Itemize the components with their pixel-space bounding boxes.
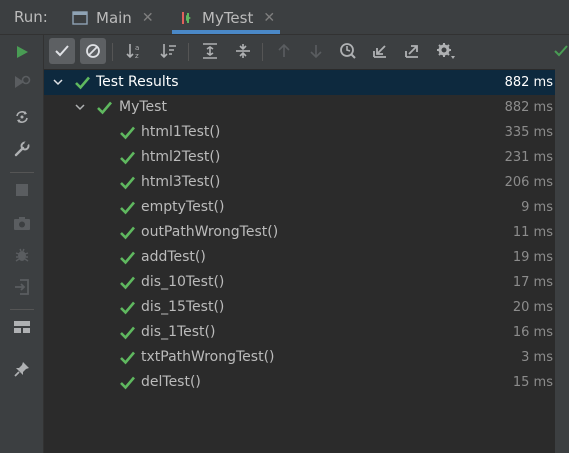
tree-row-label: txtPathWrongTest() (141, 349, 275, 365)
tree-row-label: MyTest (119, 99, 167, 115)
tree-row-label: html3Test() (141, 174, 221, 190)
passed-check-icon (120, 151, 135, 165)
tree-row-duration: 15 ms (512, 375, 553, 390)
passed-check-icon (120, 201, 135, 215)
chevron-down-icon[interactable] (51, 75, 65, 89)
divider (10, 309, 34, 310)
divider (10, 172, 34, 173)
layout-icon[interactable] (12, 317, 32, 337)
tree-row-duration: 206 ms (504, 175, 553, 190)
run-tool-window-header: Run: Main ✕ MyTest ✕ (0, 0, 569, 35)
tree-row-test[interactable]: outPathWrongTest() 11 ms (44, 220, 555, 245)
passed-check-icon (120, 326, 135, 340)
tree-row-duration: 882 ms (504, 100, 553, 115)
tree-row-label: addTest() (141, 249, 206, 265)
close-icon[interactable]: ✕ (142, 10, 154, 26)
divider (112, 43, 113, 61)
left-toolbar (0, 35, 44, 453)
tree-row-label: delTest() (141, 374, 201, 390)
close-icon[interactable]: ✕ (263, 10, 275, 26)
sort-by-duration-icon[interactable] (156, 38, 182, 64)
passed-check-icon (120, 376, 135, 390)
pin-icon[interactable] (12, 359, 32, 379)
tab-main[interactable]: Main ✕ (72, 0, 154, 35)
tree-row-label: outPathWrongTest() (141, 224, 279, 240)
tree-row-test[interactable]: emptyTest() 9 ms (44, 195, 555, 220)
tree-row-test[interactable]: addTest() 19 ms (44, 245, 555, 270)
show-ignored-icon[interactable] (80, 38, 106, 64)
tree-row-duration: 9 ms (521, 200, 553, 215)
tab-main-label: Main (96, 8, 132, 27)
tree-row-test[interactable]: html1Test() 335 ms (44, 120, 555, 145)
tree-row-duration: 19 ms (512, 250, 553, 265)
tree-row-label: dis_1Test() (141, 324, 216, 340)
divider (188, 43, 189, 61)
tree-row-label: Test Results (96, 74, 179, 90)
debug-icon[interactable] (12, 245, 32, 265)
show-passed-icon[interactable] (49, 38, 75, 64)
tree-row-duration: 11 ms (512, 225, 553, 240)
tree-row-duration: 882 ms (504, 75, 553, 90)
passed-check-icon (97, 101, 112, 115)
test-history-icon[interactable] (335, 38, 361, 64)
toggle-auto-test-icon[interactable] (12, 107, 32, 127)
tree-row-duration: 16 ms (512, 325, 553, 340)
tree-row-suite[interactable]: MyTest 882 ms (44, 95, 555, 120)
passed-check-icon (120, 251, 135, 265)
tree-row-label: html2Test() (141, 149, 221, 165)
tab-mytest-label: MyTest (202, 8, 254, 27)
tree-row-duration: 20 ms (512, 300, 553, 315)
settings-wrench-icon[interactable] (12, 139, 32, 159)
tree-row-duration: 17 ms (512, 275, 553, 290)
stop-icon[interactable] (12, 180, 32, 200)
tree-row-label: emptyTest() (141, 199, 225, 215)
screenshot-icon[interactable] (12, 213, 32, 233)
exit-icon[interactable] (12, 277, 32, 297)
tree-row-duration: 3 ms (521, 350, 553, 365)
passed-check-icon (120, 126, 135, 140)
rerun-icon[interactable] (12, 42, 32, 62)
tree-row-label: html1Test() (141, 124, 221, 140)
run-label: Run: (14, 8, 48, 26)
passed-check-icon (120, 301, 135, 315)
tree-row-duration: 231 ms (504, 150, 553, 165)
test-results-tree: Test Results 882 ms MyTest 882 ms html1T… (44, 69, 555, 453)
sort-alphabetically-icon[interactable]: az (122, 38, 148, 64)
tree-row-test[interactable]: txtPathWrongTest() 3 ms (44, 345, 555, 370)
export-tests-icon[interactable] (399, 38, 425, 64)
junit-icon (178, 11, 194, 25)
tree-row-test[interactable]: html3Test() 206 ms (44, 170, 555, 195)
tree-row-test[interactable]: dis_1Test() 16 ms (44, 320, 555, 345)
previous-failed-icon[interactable] (271, 38, 297, 64)
passed-check-icon (120, 276, 135, 290)
window-icon (72, 10, 88, 25)
tree-row-label: dis_15Test() (141, 299, 225, 315)
tree-row-duration: 335 ms (504, 125, 553, 140)
svg-text:z: z (135, 52, 139, 60)
passed-check-icon (120, 226, 135, 240)
tree-row-test[interactable]: html2Test() 231 ms (44, 145, 555, 170)
passed-check-icon (75, 76, 90, 90)
test-toolbar: az (44, 35, 569, 69)
vertical-scrollbar[interactable] (555, 69, 569, 453)
settings-icon[interactable] (433, 38, 459, 64)
tree-row-test[interactable]: delTest() 15 ms (44, 370, 555, 395)
tree-row-test[interactable]: dis_15Test() 20 ms (44, 295, 555, 320)
collapse-all-icon[interactable] (230, 38, 256, 64)
expand-all-icon[interactable] (197, 38, 223, 64)
tree-row-test[interactable]: dis_10Test() 17 ms (44, 270, 555, 295)
passed-check-icon (120, 351, 135, 365)
tree-row-label: dis_10Test() (141, 274, 225, 290)
next-failed-icon[interactable] (303, 38, 329, 64)
rerun-failed-icon[interactable] (12, 72, 32, 92)
import-tests-icon[interactable] (367, 38, 393, 64)
tree-row-test-results[interactable]: Test Results 882 ms (44, 70, 555, 95)
check-icon (552, 38, 569, 64)
svg-text:a: a (135, 44, 139, 52)
active-tab-indicator (172, 30, 280, 34)
chevron-down-icon[interactable] (73, 100, 87, 114)
divider (262, 43, 263, 61)
passed-check-icon (120, 176, 135, 190)
